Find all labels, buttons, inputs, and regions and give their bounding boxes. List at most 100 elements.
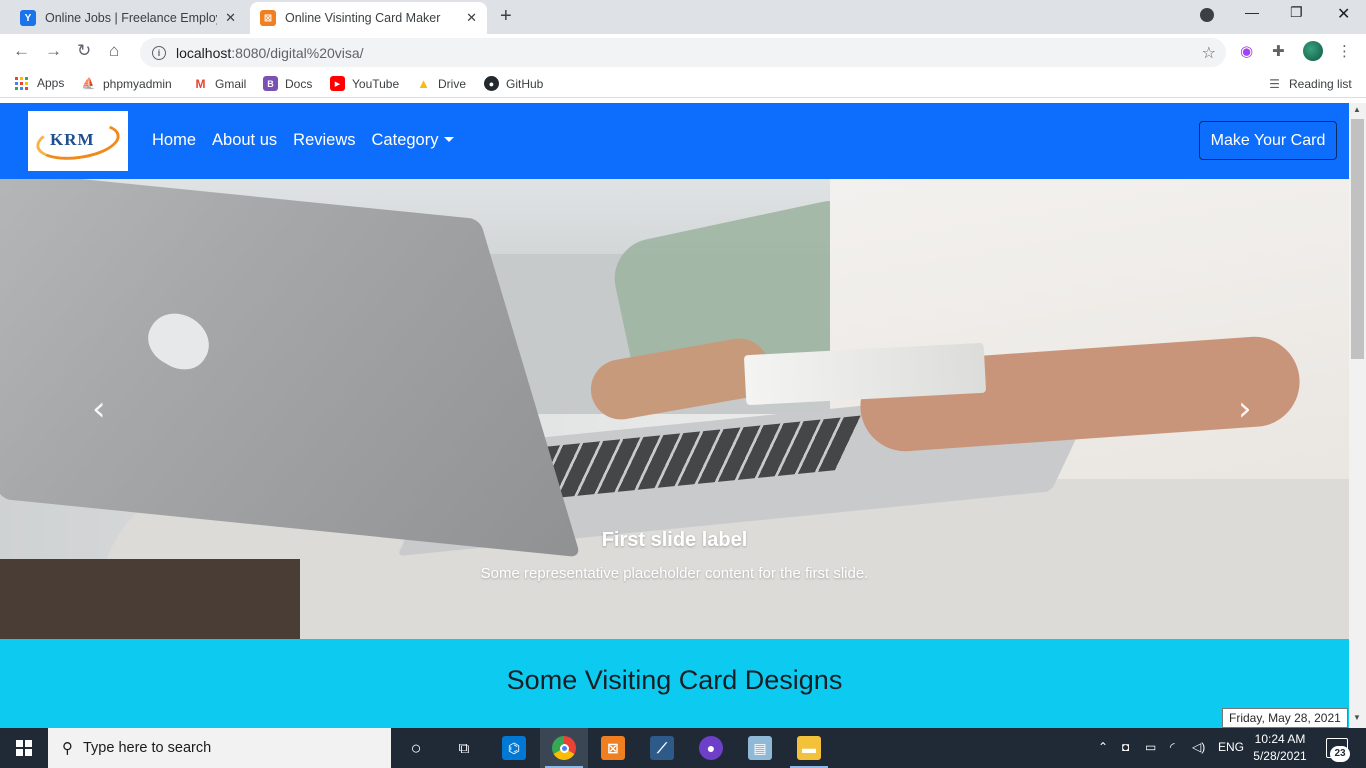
nav-category-dropdown[interactable]: Category — [372, 131, 455, 150]
reading-list-label: Reading list — [1289, 76, 1352, 91]
browser-tab-strip: Y Online Jobs | Freelance Employm ✕ ⊠ On… — [0, 0, 1366, 34]
home-icon[interactable]: ⌂ — [109, 41, 119, 61]
bookmark-label: YouTube — [352, 76, 400, 91]
address-bar[interactable]: i localhost :8080/digital%20visa/ ☆ — [140, 38, 1226, 67]
bookmark-github[interactable]: ● GitHub — [484, 76, 543, 91]
designs-section: Some Visiting Card Designs — [0, 639, 1349, 728]
close-tab-icon[interactable]: ✕ — [466, 10, 477, 26]
scrollbar-thumb[interactable] — [1351, 119, 1364, 359]
reload-icon[interactable]: ↻ — [77, 41, 91, 61]
notepad-icon[interactable]: ▤ — [748, 736, 772, 760]
page-viewport: KRM Home About us Reviews Category Make … — [0, 103, 1349, 728]
clock-date: 5/28/2021 — [1253, 749, 1307, 763]
vscode-icon[interactable]: ⌬ — [502, 736, 526, 760]
bookmark-label: Drive — [438, 76, 467, 91]
volume-icon[interactable]: ◁) — [1192, 740, 1205, 754]
bookmark-apps[interactable]: Apps — [15, 76, 64, 90]
krm-logo[interactable]: KRM — [28, 111, 128, 171]
bookmark-docs[interactable]: B Docs — [263, 76, 312, 91]
tab-online-jobs[interactable]: Y Online Jobs | Freelance Employm ✕ — [10, 2, 246, 34]
battery-icon[interactable]: ▭ — [1145, 740, 1156, 754]
bookmark-label: GitHub — [506, 76, 544, 91]
language-indicator[interactable]: ENG — [1218, 740, 1244, 754]
tab-visiting-card-maker[interactable]: ⊠ Online Visinting Card Maker ✕ — [250, 2, 487, 34]
github-icon: ● — [484, 76, 499, 91]
scroll-down-icon[interactable]: ▼ — [1353, 713, 1361, 722]
taskbar-search-box[interactable]: ⚲ Type here to search — [48, 728, 391, 768]
tab-title: Online Jobs | Freelance Employm — [45, 11, 218, 25]
show-hidden-icons-icon[interactable]: ⌃ — [1098, 740, 1108, 754]
bookmark-star-icon[interactable]: ☆ — [1202, 43, 1216, 63]
github-desktop-icon[interactable]: ● — [699, 736, 723, 760]
profile-avatar[interactable] — [1303, 41, 1323, 61]
taskbar-clock[interactable]: 10:24 AM 5/28/2021 — [1250, 731, 1310, 765]
cast-icon[interactable]: ◉ — [1240, 42, 1253, 60]
caret-down-icon — [444, 137, 455, 142]
forward-icon[interactable]: → — [45, 41, 62, 61]
hero-carousel: ‹ › First slide label Some representativ… — [0, 179, 1349, 639]
xampp-icon[interactable]: ⊠ — [601, 736, 625, 760]
extensions-icon[interactable]: ✚ — [1272, 42, 1285, 60]
browser-toolbar: ← → ↻ ⌂ i localhost :8080/digital%20visa… — [0, 34, 1366, 70]
carousel-caption-title: First slide label — [601, 529, 748, 551]
google-drive-icon: ▲ — [417, 76, 430, 91]
make-your-card-button[interactable]: Make Your Card — [1199, 121, 1337, 160]
new-tab-icon[interactable]: + — [500, 5, 512, 28]
nav-about[interactable]: About us — [212, 131, 277, 150]
date-tooltip: Friday, May 28, 2021 — [1222, 708, 1348, 728]
chrome-icon[interactable] — [552, 736, 576, 760]
nav-reviews[interactable]: Reviews — [293, 131, 355, 150]
logo-text: KRM — [50, 130, 95, 149]
bookmark-label: Gmail — [215, 76, 247, 91]
clock-time: 10:24 AM — [1254, 732, 1306, 746]
camera-icon[interactable]: ◘ — [1122, 740, 1129, 754]
freelancer-favicon-icon: Y — [20, 10, 36, 26]
windows-taskbar: ⚲ Type here to search ○ ⧉ ⌬ ⊠ ⟋ ● ▤ ▬ ⌃ … — [0, 728, 1366, 768]
search-icon: ⚲ — [62, 740, 73, 757]
site-navbar: KRM Home About us Reviews Category Make … — [0, 103, 1349, 179]
chevron-right-icon[interactable]: › — [1238, 389, 1252, 429]
bookmark-label: phpmyadmin — [103, 76, 172, 91]
close-tab-icon[interactable]: ✕ — [225, 10, 236, 26]
taskbar-search-placeholder: Type here to search — [83, 740, 212, 756]
scroll-up-icon[interactable]: ▲ — [1353, 105, 1361, 114]
bookmark-phpmyadmin[interactable]: ⛵ phpmyadmin — [81, 76, 172, 91]
file-explorer-icon[interactable]: ▬ — [797, 736, 821, 760]
apps-grid-icon — [15, 76, 28, 90]
site-info-icon[interactable]: i — [152, 45, 166, 60]
bookmark-youtube[interactable]: ▶ YouTube — [330, 76, 399, 91]
wifi-icon[interactable]: ◜ — [1170, 740, 1175, 754]
bookmark-label: Docs — [285, 76, 313, 91]
reading-list-icon: ☰ — [1269, 76, 1280, 91]
chevron-left-icon[interactable]: ‹ — [92, 389, 106, 429]
nav-category-label: Category — [371, 131, 439, 149]
bookmark-label: Apps — [37, 76, 65, 90]
close-window-icon[interactable]: ✕ — [1337, 4, 1350, 24]
xampp-favicon-icon: ⊠ — [260, 10, 276, 26]
chrome-center-icon — [559, 743, 569, 753]
minimize-icon[interactable]: — — [1245, 4, 1259, 20]
menu-icon[interactable]: ⋮ — [1337, 42, 1352, 60]
cortana-icon[interactable]: ○ — [404, 736, 428, 760]
bookmarks-bar: Apps ⛵ phpmyadmin M Gmail B Docs ▶ YouTu… — [0, 70, 1366, 98]
windows-start-icon[interactable] — [16, 740, 32, 756]
tab-title: Online Visinting Card Maker — [285, 11, 441, 25]
phpmyadmin-icon: ⛵ — [81, 78, 96, 90]
url-host: localhost — [176, 44, 232, 61]
restore-icon[interactable]: ❐ — [1290, 4, 1303, 21]
back-icon[interactable]: ← — [13, 41, 30, 61]
page-scrollbar[interactable]: ▲ ▼ — [1349, 103, 1366, 728]
mysql-workbench-icon[interactable]: ⟋ — [650, 736, 674, 760]
gmail-icon: M — [195, 76, 206, 91]
carousel-caption-text: Some representative placeholder content … — [480, 565, 869, 582]
notification-count-badge: 23 — [1330, 746, 1350, 762]
section-heading: Some Visiting Card Designs — [506, 665, 843, 695]
task-view-icon[interactable]: ⧉ — [452, 736, 476, 760]
tab-search-icon[interactable] — [1200, 8, 1214, 22]
bookmark-gmail[interactable]: M Gmail — [193, 76, 247, 91]
bootstrap-icon: B — [263, 76, 278, 91]
nav-home[interactable]: Home — [152, 131, 196, 150]
bookmark-drive[interactable]: ▲ Drive — [416, 76, 466, 91]
youtube-icon: ▶ — [330, 76, 345, 91]
reading-list[interactable]: ☰ Reading list — [1267, 76, 1352, 91]
